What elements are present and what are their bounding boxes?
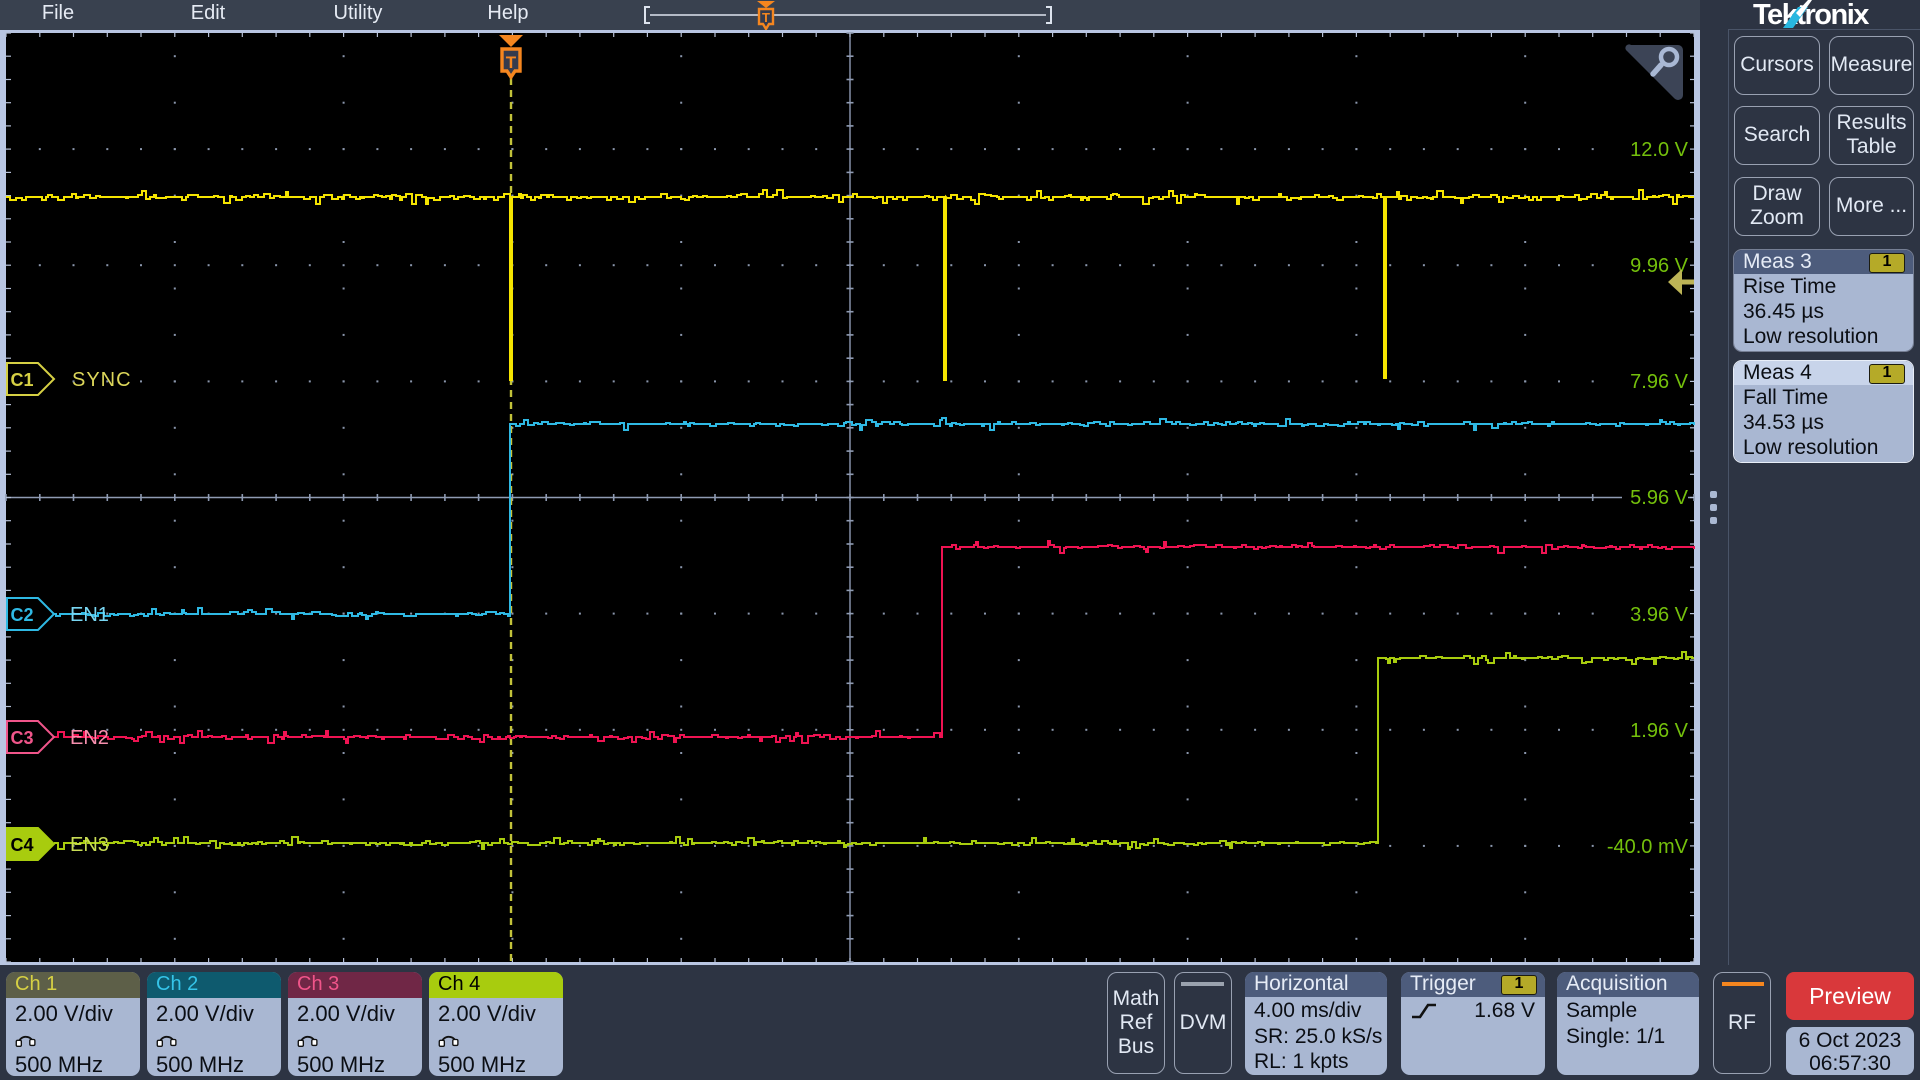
svg-text:C4: C4 — [10, 835, 33, 855]
svg-text:T: T — [762, 10, 770, 25]
svg-text:5.96 V: 5.96 V — [1630, 487, 1688, 509]
svg-text:EN1: EN1 — [70, 604, 109, 626]
svg-text:EN3: EN3 — [70, 834, 109, 856]
svg-text:3.96 V: 3.96 V — [1630, 604, 1688, 626]
svg-text:C2: C2 — [10, 605, 33, 625]
svg-text:C3: C3 — [10, 728, 33, 748]
svg-text:T: T — [506, 53, 517, 72]
svg-text:7.96 V: 7.96 V — [1630, 371, 1688, 393]
svg-text:C1: C1 — [10, 370, 33, 390]
svg-text:1.96 V: 1.96 V — [1630, 720, 1688, 742]
svg-text:12.0 V: 12.0 V — [1630, 139, 1688, 161]
svg-text:EN2: EN2 — [70, 727, 109, 749]
svg-text:SYNC: SYNC — [72, 369, 132, 391]
svg-text:-40.0 mV: -40.0 mV — [1607, 836, 1689, 858]
svg-text:Tektronix: Tektronix — [1753, 0, 1869, 29]
